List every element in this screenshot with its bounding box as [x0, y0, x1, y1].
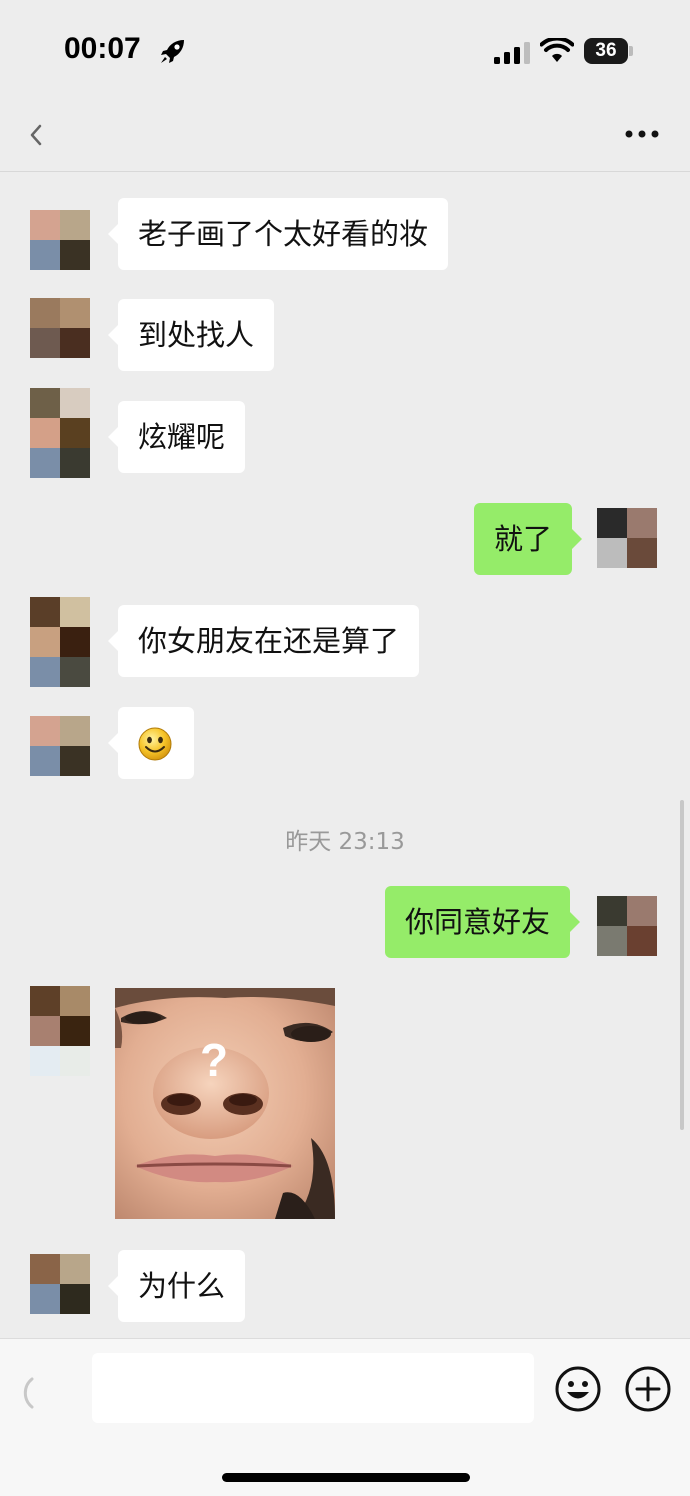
chevron-left-icon[interactable]: [22, 120, 52, 150]
smiley-face-emoji: [138, 727, 172, 761]
message-input[interactable]: [92, 1353, 534, 1423]
message-bubble-incoming[interactable]: 炫耀呢: [107, 401, 246, 473]
input-bar: [0, 1338, 690, 1496]
question-mark-overlay: ?: [200, 1034, 228, 1086]
battery-nub: [629, 46, 633, 56]
chat-nav-bar: [0, 100, 690, 172]
message-bubble-outgoing[interactable]: 你同意好友: [385, 886, 581, 958]
contact-avatar[interactable]: [30, 210, 90, 270]
contact-avatar[interactable]: [30, 597, 90, 687]
wifi-icon: [540, 38, 574, 62]
contact-avatar[interactable]: [30, 1254, 90, 1314]
face-photo: ?: [115, 988, 335, 1219]
plus-circle-icon[interactable]: [624, 1365, 672, 1413]
contact-avatar[interactable]: [30, 716, 90, 776]
signal-bars-icon: [494, 42, 530, 64]
self-avatar[interactable]: [597, 508, 657, 568]
status-bar: 00:07 36: [0, 0, 690, 100]
home-indicator[interactable]: [222, 1473, 470, 1482]
contact-avatar[interactable]: [30, 986, 90, 1076]
image-message[interactable]: ?: [115, 988, 335, 1219]
self-avatar[interactable]: [597, 896, 657, 956]
contact-avatar[interactable]: [30, 298, 90, 358]
chat-timestamp: 昨天 23:13: [285, 829, 405, 855]
voice-icon[interactable]: [16, 1371, 60, 1415]
message-bubble-incoming[interactable]: 到处找人: [107, 299, 275, 371]
message-bubble-incoming[interactable]: 为什么: [107, 1250, 246, 1322]
more-dots-icon[interactable]: [624, 122, 660, 146]
message-bubble-incoming[interactable]: 你女朋友在还是算了: [107, 605, 420, 677]
contact-avatar[interactable]: [30, 388, 90, 478]
scrollbar[interactable]: [680, 800, 684, 1130]
message-bubble-outgoing[interactable]: 就了: [474, 503, 583, 575]
battery-indicator: 36: [584, 38, 628, 64]
rocket-icon: [161, 40, 184, 63]
emoji-smile-icon[interactable]: [554, 1365, 602, 1413]
message-bubble-incoming[interactable]: 老子画了个太好看的妆: [107, 198, 449, 270]
status-time: 00:07: [64, 32, 141, 65]
message-bubble-incoming[interactable]: [108, 707, 194, 779]
